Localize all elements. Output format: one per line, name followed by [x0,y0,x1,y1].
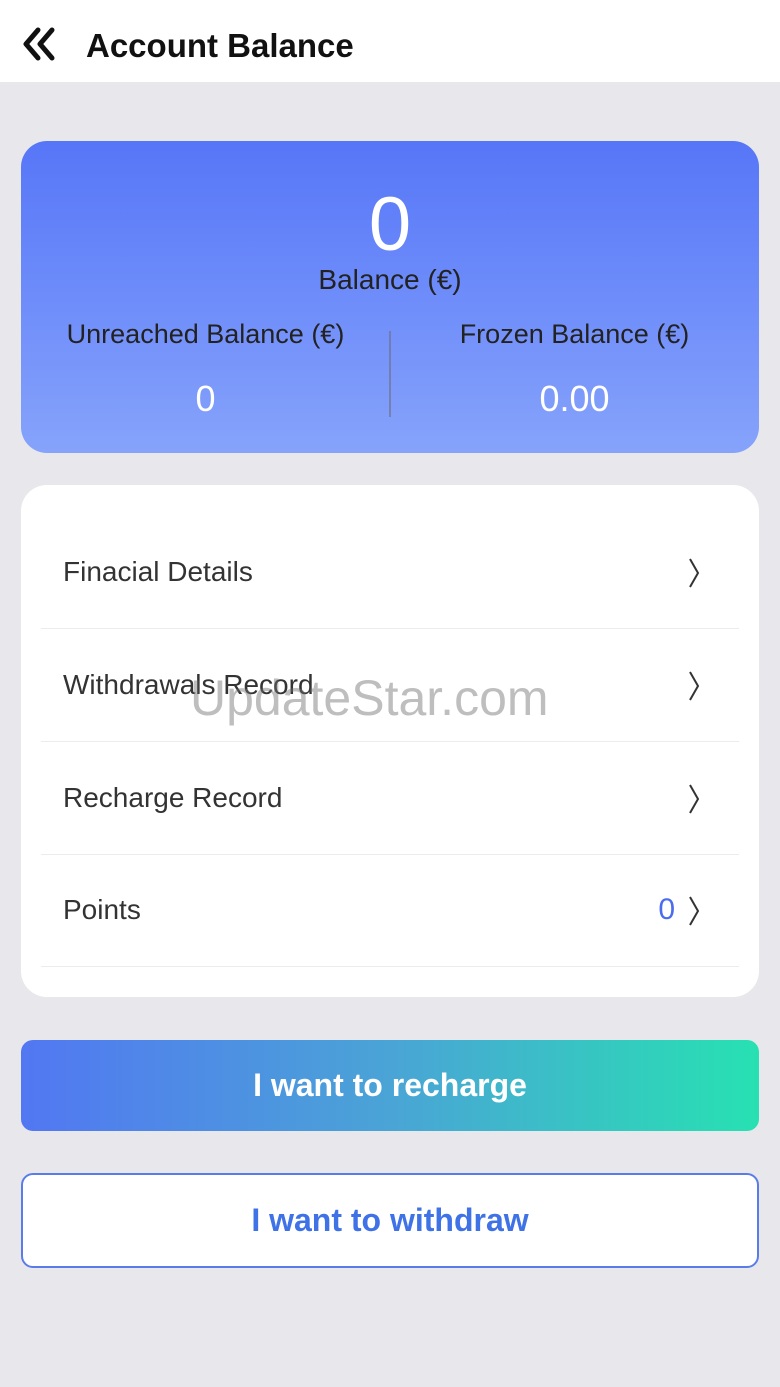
menu-item-label: Points [63,894,141,925]
double-chevron-left-icon [23,27,55,61]
back-button[interactable] [16,20,64,68]
app-header: Account Balance [0,0,780,82]
points-count: 0 [658,893,675,926]
chevron-right-icon [689,671,700,701]
menu-item-financial-details[interactable]: Finacial Details [41,516,739,629]
menu-item-points[interactable]: Points 0 [41,854,739,967]
balance-label: Balance (€) [318,264,462,295]
frozen-balance: Frozen Balance (€) 0.00 [390,317,759,419]
balance-card: 0 Balance (€) Unreached Balance (€) 0 Fr… [21,141,759,453]
chevron-right-icon [689,784,700,814]
withdraw-button[interactable]: I want to withdraw [21,1173,759,1268]
unreached-balance-value: 0 [195,378,216,419]
chevron-right-icon [689,558,700,588]
page-title: Account Balance [86,27,354,64]
menu-item-label: Recharge Record [63,782,283,813]
unreached-balance: Unreached Balance (€) 0 [21,317,390,419]
menu-item-label: Finacial Details [63,556,253,587]
menu-item-withdrawals-record[interactable]: Withdrawals Record [41,629,739,742]
menu-item-recharge-record[interactable]: Recharge Record [41,742,739,855]
menu-item-label: Withdrawals Record [63,669,314,700]
frozen-balance-value: 0.00 [539,378,610,419]
chevron-right-icon [689,896,700,926]
recharge-button[interactable]: I want to recharge [21,1040,759,1131]
records-menu: Finacial Details Withdrawals Record Rech… [21,485,759,997]
unreached-balance-label: Unreached Balance (€) [66,319,345,349]
balance-value: 0 [368,182,412,267]
frozen-balance-label: Frozen Balance (€) [459,319,690,349]
